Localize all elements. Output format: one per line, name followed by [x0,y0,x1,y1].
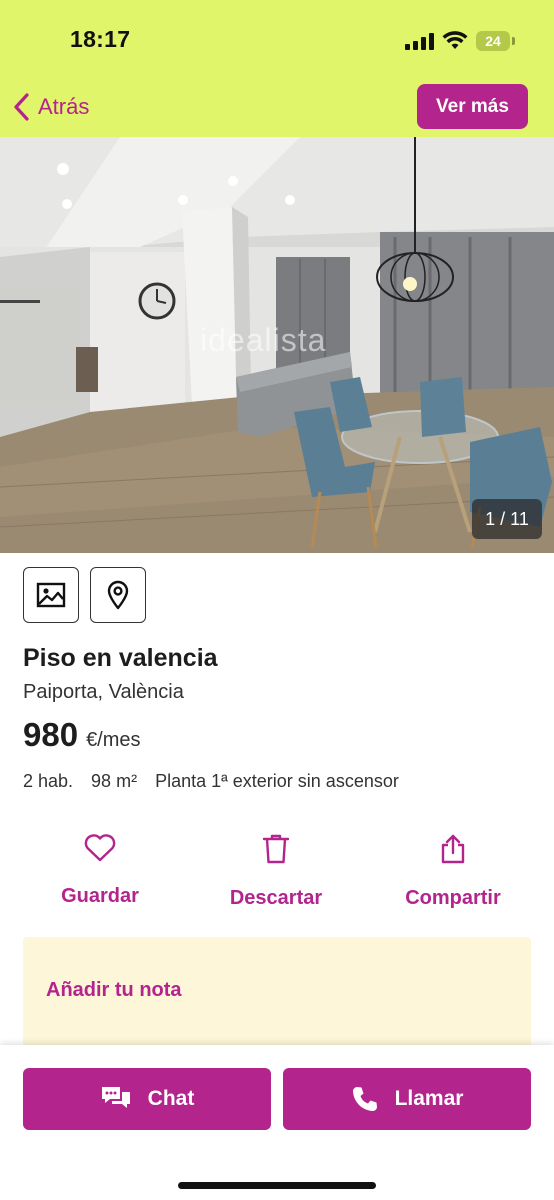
header: 18:17 24 Atrás Ver más [0,0,554,137]
listing-detail-screen: 18:17 24 Atrás Ver más idealista 1 / 11 … [0,0,554,1200]
listing-title: Piso en valencia [23,644,218,672]
note-card: Añadir tu nota [23,937,531,1057]
heart-icon [84,834,116,862]
back-label: Atrás [38,94,90,119]
price-unit: €/mes [86,729,141,751]
image-icon [36,582,66,608]
signal-icon [405,32,434,50]
phone-icon [352,1087,377,1111]
photos-button[interactable] [23,567,79,623]
price-row: 980 €/mes [23,716,141,754]
listing-photo[interactable]: idealista 1 / 11 [0,137,554,553]
feature-floor: Planta 1ª exterior sin ascensor [155,771,399,791]
share-icon [441,834,465,864]
listing-price: 980 [23,716,79,753]
bottom-bar: Chat Llamar [0,1045,554,1200]
discard-label: Descartar [229,887,323,909]
map-button[interactable] [90,567,146,623]
battery-icon: 24 [476,31,515,51]
wifi-icon [442,31,468,49]
watermark: idealista [200,322,327,358]
status-time: 18:17 [70,26,131,52]
add-note-link[interactable]: Añadir tu nota [46,979,182,1002]
trash-icon [262,834,290,864]
listing-features: 2 hab. 98 m² Planta 1ª exterior sin asce… [23,771,399,792]
back-button[interactable]: Atrás [12,88,89,126]
share-label: Compartir [405,887,501,909]
map-pin-icon [107,580,129,610]
discard-button[interactable]: Descartar [196,833,356,913]
save-label: Guardar [61,885,139,907]
feature-rooms: 2 hab. [23,771,74,791]
chat-icon [101,1087,130,1108]
call-label: Llamar [394,1087,464,1110]
photo-counter: 1 / 11 [472,499,542,539]
see-more-button[interactable]: Ver más [417,84,528,129]
chat-button[interactable]: Chat [23,1068,271,1130]
call-button[interactable]: Llamar [283,1068,531,1130]
chat-label: Chat [147,1087,195,1110]
feature-area: 98 m² [91,771,138,791]
chevron-left-icon [14,93,29,121]
save-button[interactable]: Guardar [20,833,180,913]
status-icons: 24 [405,28,515,54]
home-indicator [178,1182,376,1189]
share-button[interactable]: Compartir [373,833,533,913]
listing-location: Paiporta, València [23,681,184,703]
